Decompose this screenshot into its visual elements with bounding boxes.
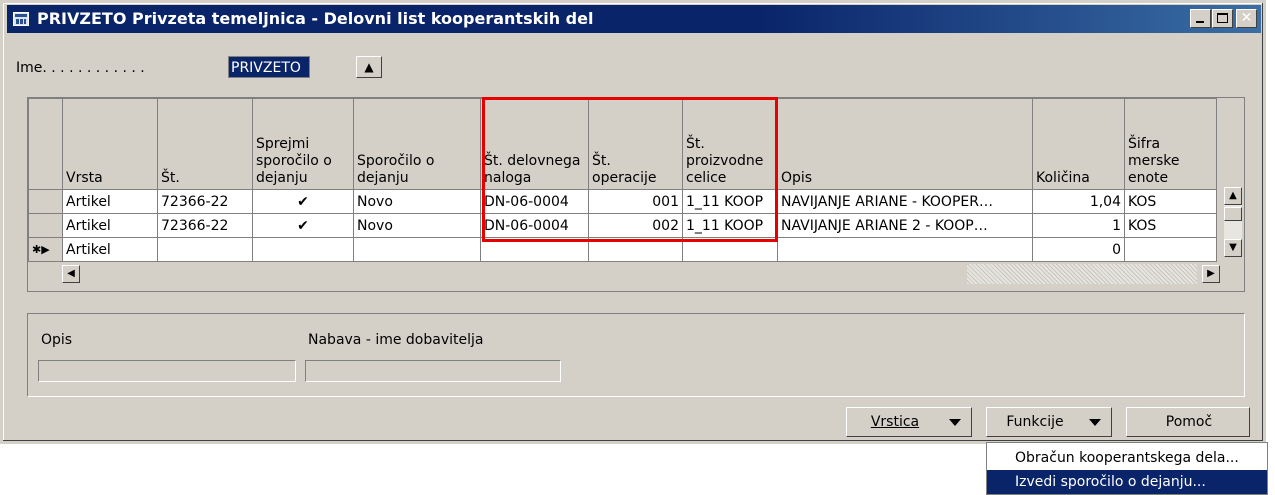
scroll-down-icon[interactable]: ▼	[1224, 239, 1242, 257]
menu-item-izvedi[interactable]: Izvedi sporočilo o dejanju...	[987, 470, 1267, 494]
funkcije-dropdown-menu: Obračun kooperantskega dela... Izvedi sp…	[986, 442, 1268, 495]
cell-vrsta[interactable]: Artikel	[62, 237, 158, 262]
pomoc-label: Pomoč	[1165, 414, 1213, 430]
scroll-thumb[interactable]	[1224, 207, 1242, 221]
vrstica-button[interactable]: Vrstica	[846, 407, 972, 437]
cell-operacija[interactable]: 002	[588, 213, 683, 238]
cell-sporocilo[interactable]: Novo	[353, 213, 481, 238]
horizontal-track[interactable]	[967, 264, 1197, 284]
cell-operacija[interactable]	[588, 237, 683, 262]
opis-field	[38, 360, 296, 382]
pomoc-button[interactable]: Pomoč	[1126, 407, 1250, 437]
scroll-up-icon[interactable]: ▲	[1224, 187, 1242, 205]
col-sprejmi[interactable]: Sprejmi sporočilo o dejanju	[252, 98, 354, 190]
cell-sprejmi[interactable]: ✔	[252, 213, 354, 238]
col-delovni-nalog[interactable]: Št. delovnega naloga	[480, 98, 589, 190]
col-kolicina[interactable]: Količina	[1032, 98, 1125, 190]
table-row-new[interactable]: ✱▶ Artikel 0	[28, 237, 1217, 262]
col-enota[interactable]: Šifra merske enote	[1124, 98, 1217, 190]
dobavitelj-field	[305, 360, 561, 382]
header-row: Vrsta Št. Sprejmi sporočilo o dejanju Sp…	[28, 98, 1217, 190]
row-selector-header	[28, 98, 63, 190]
cell-sporocilo[interactable]	[353, 237, 481, 262]
horizontal-scrollbar[interactable]: ◀ ▶	[62, 264, 1222, 284]
cell-kolicina[interactable]: 0	[1032, 237, 1125, 262]
scroll-right-icon[interactable]: ▶	[1202, 265, 1220, 283]
cell-opis[interactable]: NAVIJANJE ARIANE 2 - KOOP…	[777, 213, 1033, 238]
cell-vrsta[interactable]: Artikel	[62, 189, 158, 214]
lines-grid: Vrsta Št. Sprejmi sporočilo o dejanju Sp…	[27, 97, 1245, 292]
row-selector[interactable]	[28, 189, 63, 214]
vrstica-label: Vrstica	[870, 414, 920, 430]
cell-st[interactable]: 72366-22	[157, 213, 253, 238]
cell-nalog[interactable]	[480, 237, 589, 262]
funkcije-button[interactable]: Funkcije	[986, 407, 1112, 437]
window-title: PRIVZETO Privzeta temeljnica - Delovni l…	[37, 9, 594, 28]
form-icon	[13, 12, 29, 26]
cell-celica[interactable]: 1_11 KOOP	[682, 213, 778, 238]
close-icon: ✕	[1240, 10, 1253, 26]
cell-celica[interactable]: 1_11 KOOP	[682, 189, 778, 214]
col-opis[interactable]: Opis	[777, 98, 1033, 190]
chevron-down-icon	[1089, 419, 1101, 426]
cell-vrsta[interactable]: Artikel	[62, 213, 158, 238]
col-sporocilo[interactable]: Sporočilo o dejanju	[353, 98, 481, 190]
cell-st[interactable]: 72366-22	[157, 189, 253, 214]
table-row[interactable]: Artikel 72366-22 ✔ Novo DN-06-0004 002 1…	[28, 213, 1217, 238]
cell-opis[interactable]	[777, 237, 1033, 262]
maximize-button[interactable]	[1212, 9, 1233, 28]
col-celica[interactable]: Št. proizvodne celice	[682, 98, 778, 190]
cell-operacija[interactable]: 001	[588, 189, 683, 214]
cell-sporocilo[interactable]: Novo	[353, 189, 481, 214]
vertical-scrollbar[interactable]: ▲ ▼	[1224, 187, 1242, 257]
chevron-down-icon	[949, 419, 961, 426]
cell-enota[interactable]	[1124, 237, 1217, 262]
menu-item-obracun[interactable]: Obračun kooperantskega dela...	[987, 446, 1267, 470]
col-operacija[interactable]: Št. operacije	[588, 98, 683, 190]
cell-enota[interactable]: KOS	[1124, 189, 1217, 214]
cell-kolicina[interactable]: 1	[1032, 213, 1125, 238]
col-vrsta[interactable]: Vrsta	[62, 98, 158, 190]
dobavitelj-label: Nabava - ime dobavitelja	[308, 332, 484, 348]
title-bar[interactable]: PRIVZETO Privzeta temeljnica - Delovni l…	[7, 5, 1261, 33]
name-label: Ime. . . . . . . . . . . .	[16, 60, 145, 76]
new-row-marker-icon[interactable]: ✱▶	[28, 237, 63, 262]
cell-sprejmi[interactable]: ✔	[252, 189, 354, 214]
name-lookup-button[interactable]: ▲	[356, 56, 382, 78]
opis-label: Opis	[41, 332, 73, 348]
row-selector[interactable]	[28, 213, 63, 238]
cell-kolicina[interactable]: 1,04	[1032, 189, 1125, 214]
cell-nalog[interactable]: DN-06-0004	[480, 213, 589, 238]
cell-celica[interactable]	[682, 237, 778, 262]
funkcije-label: Funkcije	[1006, 414, 1064, 430]
cell-st[interactable]	[157, 237, 253, 262]
details-panel: Opis Nabava - ime dobavitelja	[27, 313, 1245, 397]
name-input[interactable]: PRIVZETO	[228, 56, 310, 78]
scroll-left-icon[interactable]: ◀	[62, 265, 80, 283]
close-button[interactable]: ✕	[1236, 9, 1257, 28]
minimize-button[interactable]	[1190, 9, 1211, 28]
arrow-up-icon: ▲	[364, 60, 374, 74]
cell-opis[interactable]: NAVIJANJE ARIANE - KOOPER…	[777, 189, 1033, 214]
cell-enota[interactable]: KOS	[1124, 213, 1217, 238]
table-row[interactable]: Artikel 72366-22 ✔ Novo DN-06-0004 001 1…	[28, 189, 1217, 214]
cell-nalog[interactable]: DN-06-0004	[480, 189, 589, 214]
col-st[interactable]: Št.	[157, 98, 253, 190]
cell-sprejmi[interactable]	[252, 237, 354, 262]
